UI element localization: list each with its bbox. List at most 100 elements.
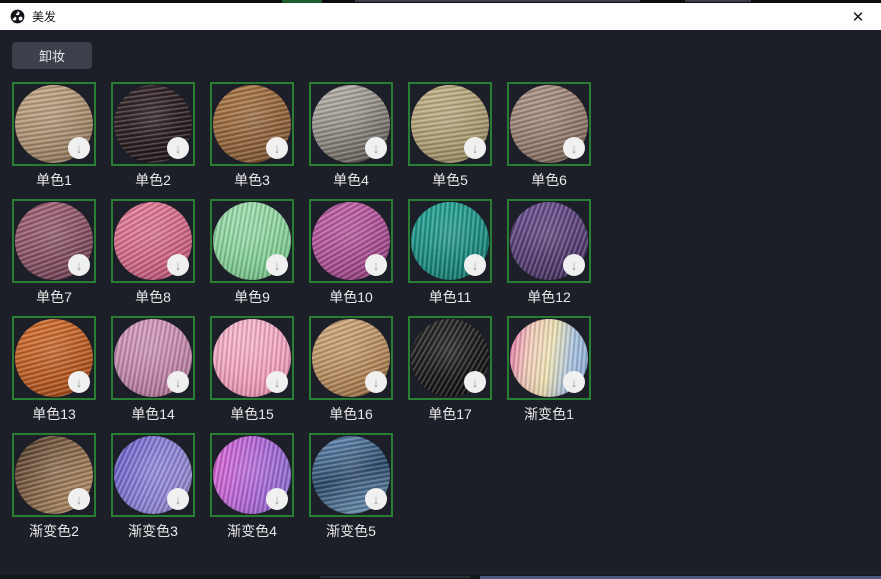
swatch-thumb[interactable]: ↓ (408, 82, 492, 166)
swatch-tile[interactable]: ↓ 单色9 (210, 199, 294, 316)
swatch-thumb[interactable]: ↓ (210, 199, 294, 283)
swatch-tile[interactable]: ↓ 单色8 (111, 199, 195, 316)
swatch-thumb[interactable]: ↓ (12, 82, 96, 166)
swatch-thumb[interactable]: ↓ (309, 82, 393, 166)
dialog-title: 美发 (32, 8, 56, 25)
swatch-label: 渐变色5 (309, 523, 393, 539)
download-icon[interactable]: ↓ (365, 488, 387, 510)
swatch-thumb[interactable]: ↓ (210, 316, 294, 400)
swatch-tile[interactable]: ↓ 单色16 (309, 316, 393, 433)
dialog-titlebar: 美发 ✕ (0, 3, 881, 30)
download-icon[interactable]: ↓ (464, 371, 486, 393)
swatch-thumb[interactable]: ↓ (507, 316, 591, 400)
background-app-strip-bottom (0, 575, 881, 579)
download-icon[interactable]: ↓ (167, 254, 189, 276)
download-icon[interactable]: ↓ (68, 488, 90, 510)
swatch-tile[interactable]: ↓ 单色14 (111, 316, 195, 433)
download-icon[interactable]: ↓ (266, 371, 288, 393)
download-icon[interactable]: ↓ (365, 254, 387, 276)
swatch-tile[interactable]: ↓ 渐变色5 (309, 433, 393, 550)
download-icon[interactable]: ↓ (563, 371, 585, 393)
download-icon[interactable]: ↓ (68, 254, 90, 276)
swatch-thumb[interactable]: ↓ (210, 82, 294, 166)
swatch-thumb[interactable]: ↓ (507, 199, 591, 283)
swatch-tile[interactable]: ↓ 渐变色1 (507, 316, 591, 433)
swatch-tile[interactable]: ↓ 单色6 (507, 82, 591, 199)
swatch-label: 渐变色4 (210, 523, 294, 539)
background-fragment (320, 576, 470, 578)
swatch-thumb[interactable]: ↓ (111, 316, 195, 400)
background-fragment (282, 0, 322, 3)
swatch-thumb[interactable]: ↓ (111, 82, 195, 166)
swatch-thumb[interactable]: ↓ (12, 316, 96, 400)
swatch-label: 渐变色3 (111, 523, 195, 539)
dialog-body: 卸妆 ↓单色1↓单色2↓单色3↓单色4↓单色5↓单色6↓单色7↓单色8↓单色9↓… (0, 30, 881, 575)
swatch-thumb[interactable]: ↓ (210, 433, 294, 517)
swatch-label: 单色15 (210, 406, 294, 422)
download-icon[interactable]: ↓ (266, 488, 288, 510)
swatch-label: 单色4 (309, 172, 393, 188)
swatch-thumb[interactable]: ↓ (111, 199, 195, 283)
download-icon[interactable]: ↓ (365, 137, 387, 159)
swatch-label: 单色14 (111, 406, 195, 422)
background-app-strip-top (0, 0, 881, 3)
swatch-grid: ↓ 单色1 ↓ 单色2 ↓ 单色3 ↓ 单色4 ↓ 单色5 ↓ 单色6 ↓ 单色7 ↓ 单色8 ↓ 单色9 ↓ 单色1… (12, 82, 612, 550)
swatch-label: 单色17 (408, 406, 492, 422)
swatch-label: 单色16 (309, 406, 393, 422)
swatch-tile[interactable]: ↓ 单色4 (309, 82, 393, 199)
background-fragment (685, 0, 751, 2)
swatch-tile[interactable]: ↓ 单色12 (507, 199, 591, 316)
swatch-thumb[interactable]: ↓ (111, 433, 195, 517)
swatch-thumb[interactable]: ↓ (12, 433, 96, 517)
swatch-thumb[interactable]: ↓ (309, 199, 393, 283)
download-icon[interactable]: ↓ (68, 371, 90, 393)
swatch-thumb[interactable]: ↓ (408, 316, 492, 400)
screen: 美发 ✕ 卸妆 ↓ 单色1 ↓ 单色2 ↓ 单色3 ↓ 单色4 ↓ 单色5 ↓ 单色6 ↓ 单色7 ↓ 单色8… (0, 0, 881, 579)
swatch-tile[interactable]: ↓ 渐变色4 (210, 433, 294, 550)
swatch-tile[interactable]: ↓ 单色5 (408, 82, 492, 199)
download-icon[interactable]: ↓ (68, 137, 90, 159)
download-icon[interactable]: ↓ (563, 254, 585, 276)
swatch-label: 单色5 (408, 172, 492, 188)
download-icon[interactable]: ↓ (464, 254, 486, 276)
download-icon[interactable]: ↓ (266, 137, 288, 159)
swatch-tile[interactable]: ↓ 渐变色2 (12, 433, 96, 550)
swatch-label: 单色10 (309, 289, 393, 305)
swatch-tile[interactable]: ↓ 单色13 (12, 316, 96, 433)
swatch-label: 单色2 (111, 172, 195, 188)
swatch-label: 渐变色1 (507, 406, 591, 422)
swatch-label: 单色8 (111, 289, 195, 305)
download-icon[interactable]: ↓ (365, 371, 387, 393)
swatch-tile[interactable]: ↓ 单色2 (111, 82, 195, 199)
swatch-label: 单色11 (408, 289, 492, 305)
swatch-tile[interactable]: ↓ 渐变色3 (111, 433, 195, 550)
swatch-tile[interactable]: ↓ 单色10 (309, 199, 393, 316)
download-icon[interactable]: ↓ (266, 254, 288, 276)
swatch-thumb[interactable]: ↓ (309, 433, 393, 517)
swatch-label: 单色12 (507, 289, 591, 305)
swatch-label: 单色1 (12, 172, 96, 188)
swatch-label: 单色13 (12, 406, 96, 422)
swatch-thumb[interactable]: ↓ (507, 82, 591, 166)
swatch-tile[interactable]: ↓ 单色3 (210, 82, 294, 199)
swatch-label: 渐变色2 (12, 523, 96, 539)
close-icon[interactable]: ✕ (845, 4, 871, 30)
download-icon[interactable]: ↓ (167, 371, 189, 393)
swatch-thumb[interactable]: ↓ (12, 199, 96, 283)
swatch-thumb[interactable]: ↓ (309, 316, 393, 400)
swatch-label: 单色7 (12, 289, 96, 305)
swatch-label: 单色3 (210, 172, 294, 188)
swatch-tile[interactable]: ↓ 单色11 (408, 199, 492, 316)
swatch-tile[interactable]: ↓ 单色7 (12, 199, 96, 316)
remove-makeup-button[interactable]: 卸妆 (12, 42, 92, 69)
download-icon[interactable]: ↓ (464, 137, 486, 159)
swatch-tile[interactable]: ↓ 单色1 (12, 82, 96, 199)
download-icon[interactable]: ↓ (167, 137, 189, 159)
swatch-thumb[interactable]: ↓ (408, 199, 492, 283)
swatch-tile[interactable]: ↓ 单色17 (408, 316, 492, 433)
swatch-tile[interactable]: ↓ 单色15 (210, 316, 294, 433)
download-icon[interactable]: ↓ (167, 488, 189, 510)
swatch-label: 单色9 (210, 289, 294, 305)
swatch-label: 单色6 (507, 172, 591, 188)
download-icon[interactable]: ↓ (563, 137, 585, 159)
